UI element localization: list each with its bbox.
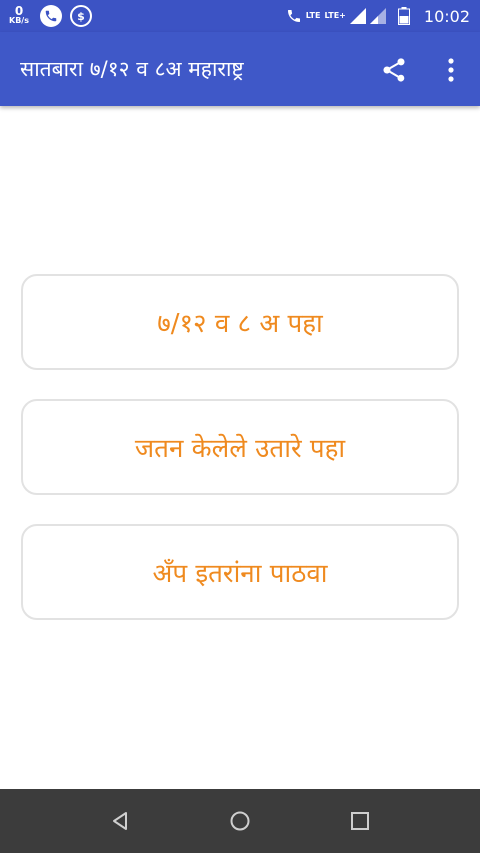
signal-icon (349, 8, 366, 24)
navigation-bar (0, 789, 480, 853)
network-speed: 0 KB/s (6, 4, 32, 25)
back-icon (113, 812, 127, 830)
share-icon (383, 58, 405, 82)
share-button[interactable] (380, 56, 408, 84)
view-712-button[interactable]: ७/१२ व ८ अ पहा (21, 274, 459, 370)
status-left: 0 KB/s $ (6, 0, 92, 32)
signal-icon-2 (369, 8, 386, 24)
overflow-menu-icon (448, 58, 454, 82)
recents-button[interactable] (348, 809, 372, 833)
dollar-icon: $ (70, 5, 92, 27)
phone-icon (40, 5, 62, 27)
clock: 10:02 (423, 6, 470, 26)
home-icon (230, 811, 250, 831)
share-app-button[interactable]: अँप इतरांना पाठवा (21, 524, 459, 620)
back-button[interactable] (108, 809, 132, 833)
lte-label: LTE (305, 11, 321, 20)
overflow-menu-button[interactable] (439, 56, 463, 84)
recents-icon (351, 812, 369, 830)
network-speed-value: 0 (14, 4, 24, 18)
view-712-label: ७/१२ व ८ अ पहा (157, 309, 323, 339)
status-bar: 0 KB/s $ LTE LTE+ 10:02 (0, 0, 480, 32)
wifi-call-icon (287, 10, 300, 22)
app-title: सातबारा ७/१२ व ८अ महाराष्ट्र (20, 57, 244, 81)
saved-extracts-button[interactable]: जतन केलेले उतारे पहा (21, 399, 459, 495)
status-right: LTE LTE+ 10:02 (286, 0, 470, 32)
home-button[interactable] (228, 809, 252, 833)
battery-icon (397, 7, 410, 25)
network-speed-unit: KB/s (9, 16, 29, 25)
lte-plus-label: LTE+ (324, 11, 346, 20)
dollar-symbol: $ (77, 9, 85, 23)
share-app-label: अँप इतरांना पाठवा (152, 559, 328, 589)
app-bar: सातबारा ७/१२ व ८अ महाराष्ट्र (0, 32, 480, 106)
saved-extracts-label: जतन केलेले उतारे पहा (134, 434, 346, 464)
